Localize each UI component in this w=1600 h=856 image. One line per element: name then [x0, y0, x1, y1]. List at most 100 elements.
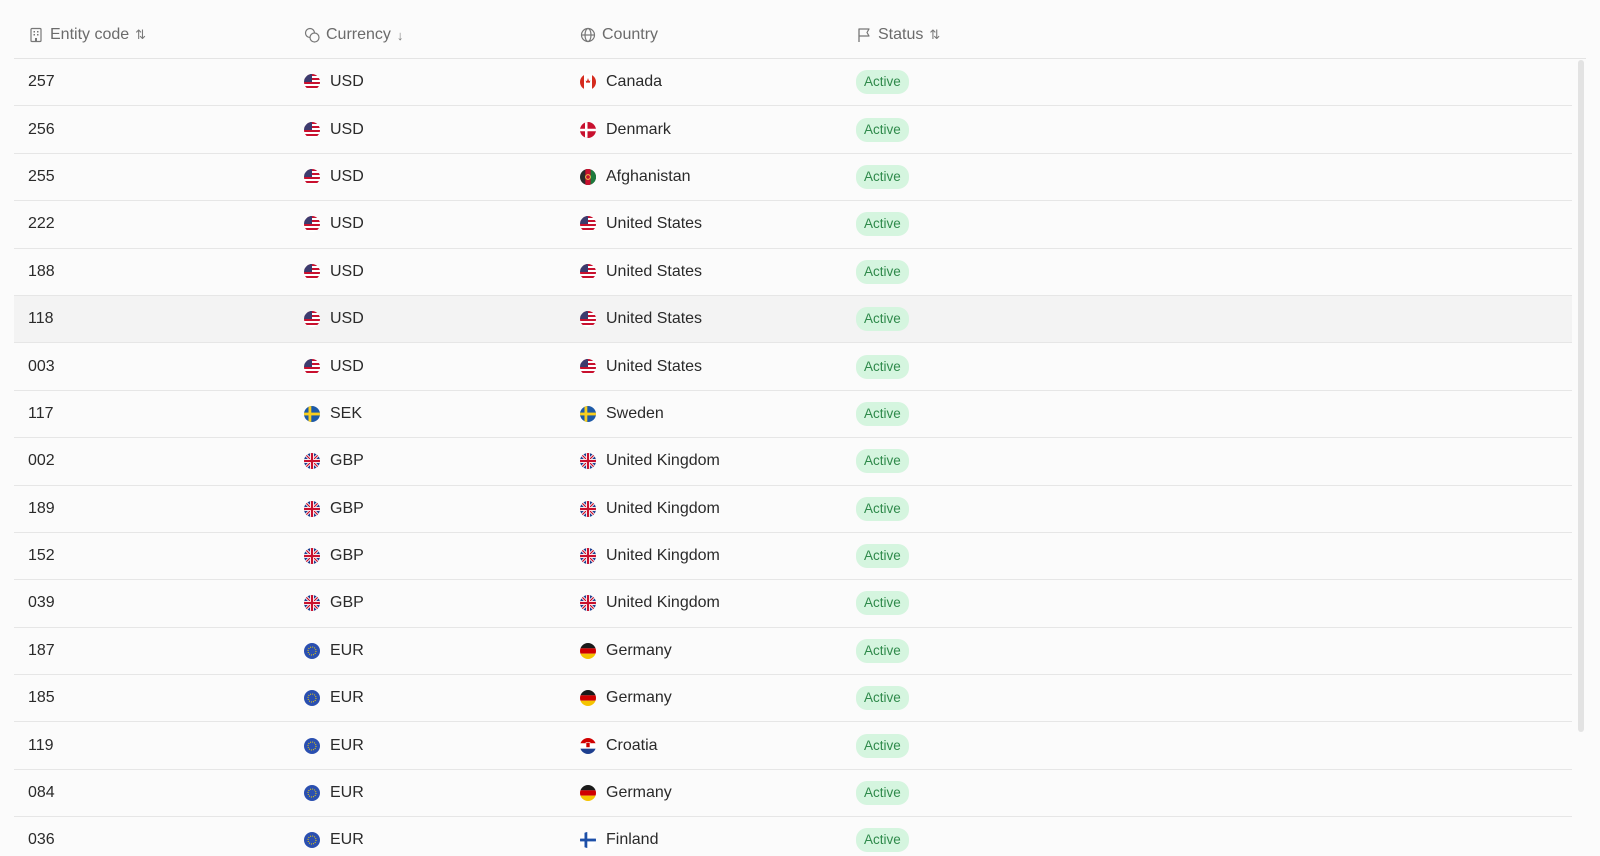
column-label-entity-code: Entity code — [50, 26, 130, 43]
currency-cell: EUR — [290, 784, 566, 802]
entity-code: 117 — [28, 404, 54, 422]
table-row[interactable]: 003 USD United States Active — [14, 343, 1572, 391]
status-cell: Active — [842, 496, 1572, 521]
table-row[interactable]: 118 USD United States Active — [14, 295, 1572, 344]
country-name: Germany — [606, 689, 672, 707]
country-cell: United Kingdom — [566, 452, 842, 470]
status-cell: Active — [842, 212, 1572, 237]
fi-flag-icon — [580, 832, 596, 849]
de-flag-icon — [580, 785, 596, 802]
table-header: Entity code ⇅ Currency ↓ Country Status … — [14, 12, 1586, 59]
table-row[interactable]: 187 EUR Germany Active — [14, 628, 1572, 676]
country-cell: Germany — [566, 689, 842, 707]
status-badge: Active — [856, 354, 909, 379]
country-name: Finland — [606, 831, 659, 849]
entity-code: 119 — [28, 736, 54, 754]
currency-code: EUR — [330, 641, 364, 659]
table-row[interactable]: 084 EUR Germany Active — [14, 770, 1572, 818]
status-cell: Active — [842, 70, 1572, 95]
us-flag-icon — [580, 216, 596, 233]
table-row[interactable]: 188 USD United States Active — [14, 249, 1572, 296]
table-row[interactable]: 036 EUR Finland Active — [14, 817, 1572, 856]
ca-flag-icon — [580, 74, 596, 91]
currency-cell: EUR — [290, 737, 566, 755]
entity-code: 118 — [28, 310, 54, 328]
us-flag-icon — [304, 216, 320, 233]
column-header-country[interactable]: Country — [566, 26, 842, 44]
status-badge: Active — [856, 164, 909, 189]
gb-flag-icon — [580, 453, 596, 470]
country-cell: United States — [566, 310, 842, 328]
status-badge: Active — [856, 781, 909, 806]
af-flag-icon — [580, 168, 596, 185]
currency-code: USD — [330, 120, 364, 138]
us-flag-icon — [304, 168, 320, 185]
vertical-scrollbar[interactable] — [1578, 60, 1584, 732]
status-badge: Active — [856, 117, 909, 142]
entity-code: 257 — [28, 73, 55, 91]
sort-both-icon[interactable]: ⇅ — [929, 27, 940, 43]
status-badge: Active — [856, 259, 909, 284]
currency-code: GBP — [330, 499, 364, 517]
country-name: Canada — [606, 73, 663, 91]
table-row[interactable]: 002 GBP United Kingdom Active — [14, 438, 1572, 486]
entity-code-cell: 189 — [14, 500, 290, 518]
currency-cell: USD — [290, 168, 566, 186]
se-flag-icon — [580, 405, 596, 422]
table-row[interactable]: 255 USD Afghanistan Active — [14, 154, 1572, 202]
status-cell: Active — [842, 164, 1572, 189]
status-badge: Active — [856, 449, 909, 474]
eu-flag-icon — [304, 642, 320, 659]
dk-flag-icon — [580, 121, 596, 138]
currency-cell: EUR — [290, 831, 566, 849]
table-row[interactable]: 119 EUR Croatia Active — [14, 722, 1572, 770]
column-header-entity-code[interactable]: Entity code ⇅ — [14, 26, 290, 44]
us-flag-icon — [304, 311, 320, 328]
us-flag-icon — [304, 358, 320, 375]
table-row[interactable]: 152 GBP United Kingdom Active — [14, 533, 1572, 581]
status-cell: Active — [842, 401, 1572, 426]
country-name: United Kingdom — [606, 547, 720, 565]
gb-flag-icon — [580, 548, 596, 565]
status-badge: Active — [856, 828, 909, 853]
currency-code: USD — [330, 310, 364, 328]
country-name: Denmark — [606, 120, 671, 138]
currency-cell: USD — [290, 263, 566, 281]
country-name: United Kingdom — [606, 594, 720, 612]
currency-cell: SEK — [290, 405, 566, 423]
status-badge: Active — [856, 496, 909, 521]
entity-code: 185 — [28, 689, 55, 707]
status-cell: Active — [842, 449, 1572, 474]
entity-code: 256 — [28, 120, 55, 138]
status-badge: Active — [856, 733, 909, 758]
column-header-currency[interactable]: Currency ↓ — [290, 26, 566, 44]
status-cell: Active — [842, 544, 1572, 569]
entity-code: 188 — [28, 262, 55, 280]
sort-both-icon[interactable]: ⇅ — [135, 27, 146, 43]
eu-flag-icon — [304, 737, 320, 754]
table-row[interactable]: 185 EUR Germany Active — [14, 675, 1572, 723]
sort-descending-icon[interactable]: ↓ — [397, 28, 404, 43]
column-header-status[interactable]: Status ⇅ — [842, 26, 1586, 44]
se-flag-icon — [304, 405, 320, 422]
table-row[interactable]: 039 GBP United Kingdom Active — [14, 580, 1572, 628]
table-row[interactable]: 222 USD United States Active — [14, 201, 1572, 249]
entity-code: 152 — [28, 547, 55, 565]
table-row[interactable]: 117 SEK Sweden Active — [14, 391, 1572, 439]
entity-code: 222 — [28, 215, 55, 233]
table-row[interactable]: 257 USD Canada Active — [14, 59, 1572, 107]
currency-code: GBP — [330, 452, 364, 470]
table-row[interactable]: 189 GBP United Kingdom Active — [14, 486, 1572, 533]
entity-code: 002 — [28, 452, 55, 470]
us-flag-icon — [580, 358, 596, 375]
country-cell: United Kingdom — [566, 500, 842, 518]
country-name: United Kingdom — [606, 499, 720, 517]
status-badge: Active — [856, 544, 909, 569]
entity-code: 036 — [28, 831, 55, 849]
table-row[interactable]: 256 USD Denmark Active — [14, 106, 1572, 154]
gb-flag-icon — [304, 453, 320, 470]
entity-code-cell: 003 — [14, 358, 290, 376]
status-badge: Active — [856, 70, 909, 95]
entity-code-cell: 185 — [14, 689, 290, 707]
entity-code-cell: 255 — [14, 168, 290, 186]
